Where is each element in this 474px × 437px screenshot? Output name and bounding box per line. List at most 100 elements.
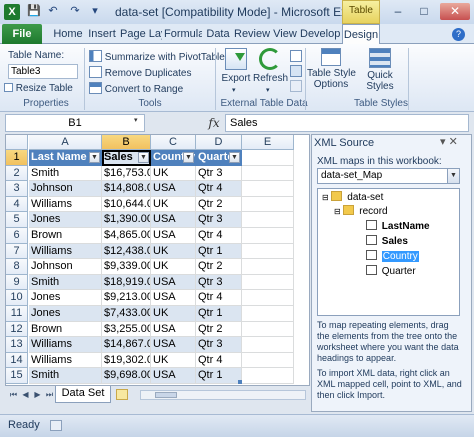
column-header-e[interactable]: E — [242, 135, 294, 150]
table-cell[interactable]: Qtr 2 — [196, 196, 242, 213]
collapse-icon[interactable]: ⊟ — [322, 193, 329, 202]
tree-item-data-set[interactable]: ⊟ data-set — [322, 191, 383, 203]
refresh-button[interactable]: Refresh — [253, 48, 288, 92]
tab-file[interactable]: File — [2, 24, 42, 44]
properties-small-icon[interactable] — [290, 50, 302, 62]
table-cell[interactable]: USA — [151, 228, 196, 244]
table-cell[interactable] — [242, 243, 294, 260]
row-header-5[interactable]: 5 — [6, 212, 28, 228]
tab-view[interactable]: View — [272, 24, 298, 44]
table-cell[interactable]: UK — [151, 196, 196, 213]
row-header-8[interactable]: 8 — [6, 259, 28, 275]
collapse-icon[interactable]: ⊟ — [334, 207, 341, 216]
macro-record-icon[interactable] — [50, 420, 62, 431]
table-cell[interactable] — [242, 228, 294, 244]
table-cell[interactable] — [242, 212, 294, 228]
table-cell[interactable]: USA — [151, 290, 196, 306]
formula-input[interactable]: Sales — [225, 114, 469, 132]
table-cell[interactable]: Qtr 4 — [196, 228, 242, 244]
table-cell[interactable]: Jones — [29, 290, 102, 306]
column-header-c[interactable]: C — [151, 135, 196, 150]
row-header-14[interactable]: 14 — [6, 352, 28, 369]
table-cell[interactable]: Jones — [29, 212, 102, 228]
table-cell[interactable]: Brown — [29, 321, 102, 338]
tree-item-record[interactable]: ⊟ record — [334, 205, 388, 217]
table-cell[interactable]: $16,753.00 — [102, 165, 151, 182]
resize-table-button[interactable]: Resize Table — [4, 83, 73, 94]
row-header-11[interactable]: 11 — [6, 306, 28, 322]
select-all-corner[interactable] — [6, 135, 28, 150]
table-cell[interactable]: USA — [151, 181, 196, 197]
export-button[interactable]: Export — [221, 48, 251, 92]
xml-map-select[interactable]: data-set_Map — [317, 168, 460, 184]
table-resize-handle-icon[interactable] — [238, 380, 242, 384]
table-cell[interactable]: Qtr 4 — [196, 290, 242, 306]
xml-tree[interactable]: ⊟ data-set ⊟ record LastName Sales Count… — [317, 188, 460, 316]
table-cell[interactable] — [242, 165, 294, 182]
undo-icon[interactable]: ↶ — [46, 4, 60, 18]
row-header-7[interactable]: 7 — [6, 243, 28, 260]
table-cell[interactable] — [242, 274, 294, 291]
row-header-3[interactable]: 3 — [6, 181, 28, 197]
help-icon[interactable]: ? — [452, 28, 465, 41]
maximize-button[interactable]: □ — [412, 3, 436, 20]
table-cell[interactable]: Qtr 3 — [196, 274, 242, 291]
last-sheet-icon[interactable]: ⏭ — [44, 389, 55, 400]
filter-dropdown-icon[interactable]: ▼ — [183, 152, 194, 163]
table-cell[interactable]: $10,644.00 — [102, 196, 151, 213]
table-cell[interactable] — [242, 290, 294, 306]
tree-item-sales[interactable]: Sales — [366, 235, 408, 247]
row-header-1[interactable]: 1 — [6, 150, 28, 166]
table-cell[interactable]: Qtr 1 — [196, 368, 242, 384]
tab-design[interactable]: Design — [342, 24, 380, 45]
table-cell[interactable]: $3,255.00 — [102, 321, 151, 338]
table-cell[interactable]: USA — [151, 368, 196, 384]
table-cell[interactable]: Qtr 4 — [196, 181, 242, 197]
tab-formulas[interactable]: Formula — [164, 24, 202, 44]
table-cell[interactable]: Smith — [29, 165, 102, 182]
summarize-pivot-button[interactable]: Summarize with PivotTable — [89, 50, 225, 63]
tree-item-country[interactable]: Country — [366, 250, 419, 262]
new-sheet-icon[interactable] — [116, 389, 128, 400]
row-header-2[interactable]: 2 — [6, 165, 28, 182]
table-cell[interactable]: Qtr 1 — [196, 243, 242, 260]
table-cell[interactable]: USA — [151, 274, 196, 291]
unlink-icon[interactable] — [290, 80, 302, 92]
first-sheet-icon[interactable]: ⏮ — [8, 389, 19, 400]
table-cell[interactable] — [242, 337, 294, 353]
tab-home[interactable]: Home — [52, 24, 84, 44]
table-cell[interactable]: Williams — [29, 196, 102, 213]
table-cell[interactable]: Brown — [29, 228, 102, 244]
table-cell[interactable]: UK — [151, 243, 196, 260]
open-browser-icon[interactable] — [290, 65, 302, 77]
filter-dropdown-icon[interactable]: ▼ — [229, 152, 240, 163]
quick-styles-button[interactable]: Quick Styles — [360, 48, 400, 94]
convert-to-range-button[interactable]: Convert to Range — [89, 82, 183, 95]
tab-developer[interactable]: Develop — [300, 24, 340, 44]
table-cell[interactable] — [242, 321, 294, 338]
table-cell[interactable]: Qtr 2 — [196, 259, 242, 275]
table-cell[interactable]: $19,302.00 — [102, 352, 151, 369]
table-cell[interactable]: UK — [151, 352, 196, 369]
table-cell[interactable]: $14,808.00 — [102, 181, 151, 197]
save-icon[interactable]: 💾 — [27, 4, 41, 18]
tree-item-quarter[interactable]: Quarter — [366, 265, 416, 277]
table-cell[interactable]: USA — [151, 337, 196, 353]
table-cell[interactable] — [242, 181, 294, 197]
table-cell[interactable]: Smith — [29, 274, 102, 291]
customize-qat-icon[interactable]: ▾ — [88, 4, 102, 18]
table-cell[interactable]: Johnson — [29, 181, 102, 197]
table-cell[interactable]: $7,433.00 — [102, 306, 151, 322]
column-header-d[interactable]: D — [196, 135, 242, 150]
row-header-10[interactable]: 10 — [6, 290, 28, 306]
tab-page-layout[interactable]: Page Lay — [120, 24, 162, 44]
table-cell[interactable]: Qtr 3 — [196, 212, 242, 228]
column-header-b[interactable]: B — [102, 135, 151, 150]
horizontal-scrollbar[interactable] — [140, 390, 306, 400]
chevron-down-icon[interactable]: ▼ — [447, 169, 459, 183]
export-dropdown-icon[interactable]: ▾ — [232, 86, 236, 94]
table-header-cell[interactable] — [242, 150, 294, 166]
remove-duplicates-button[interactable]: Remove Duplicates — [89, 66, 192, 79]
xml-pane-close-icon[interactable]: ▾ ✕ — [440, 135, 458, 148]
close-button[interactable]: ✕ — [440, 3, 470, 20]
